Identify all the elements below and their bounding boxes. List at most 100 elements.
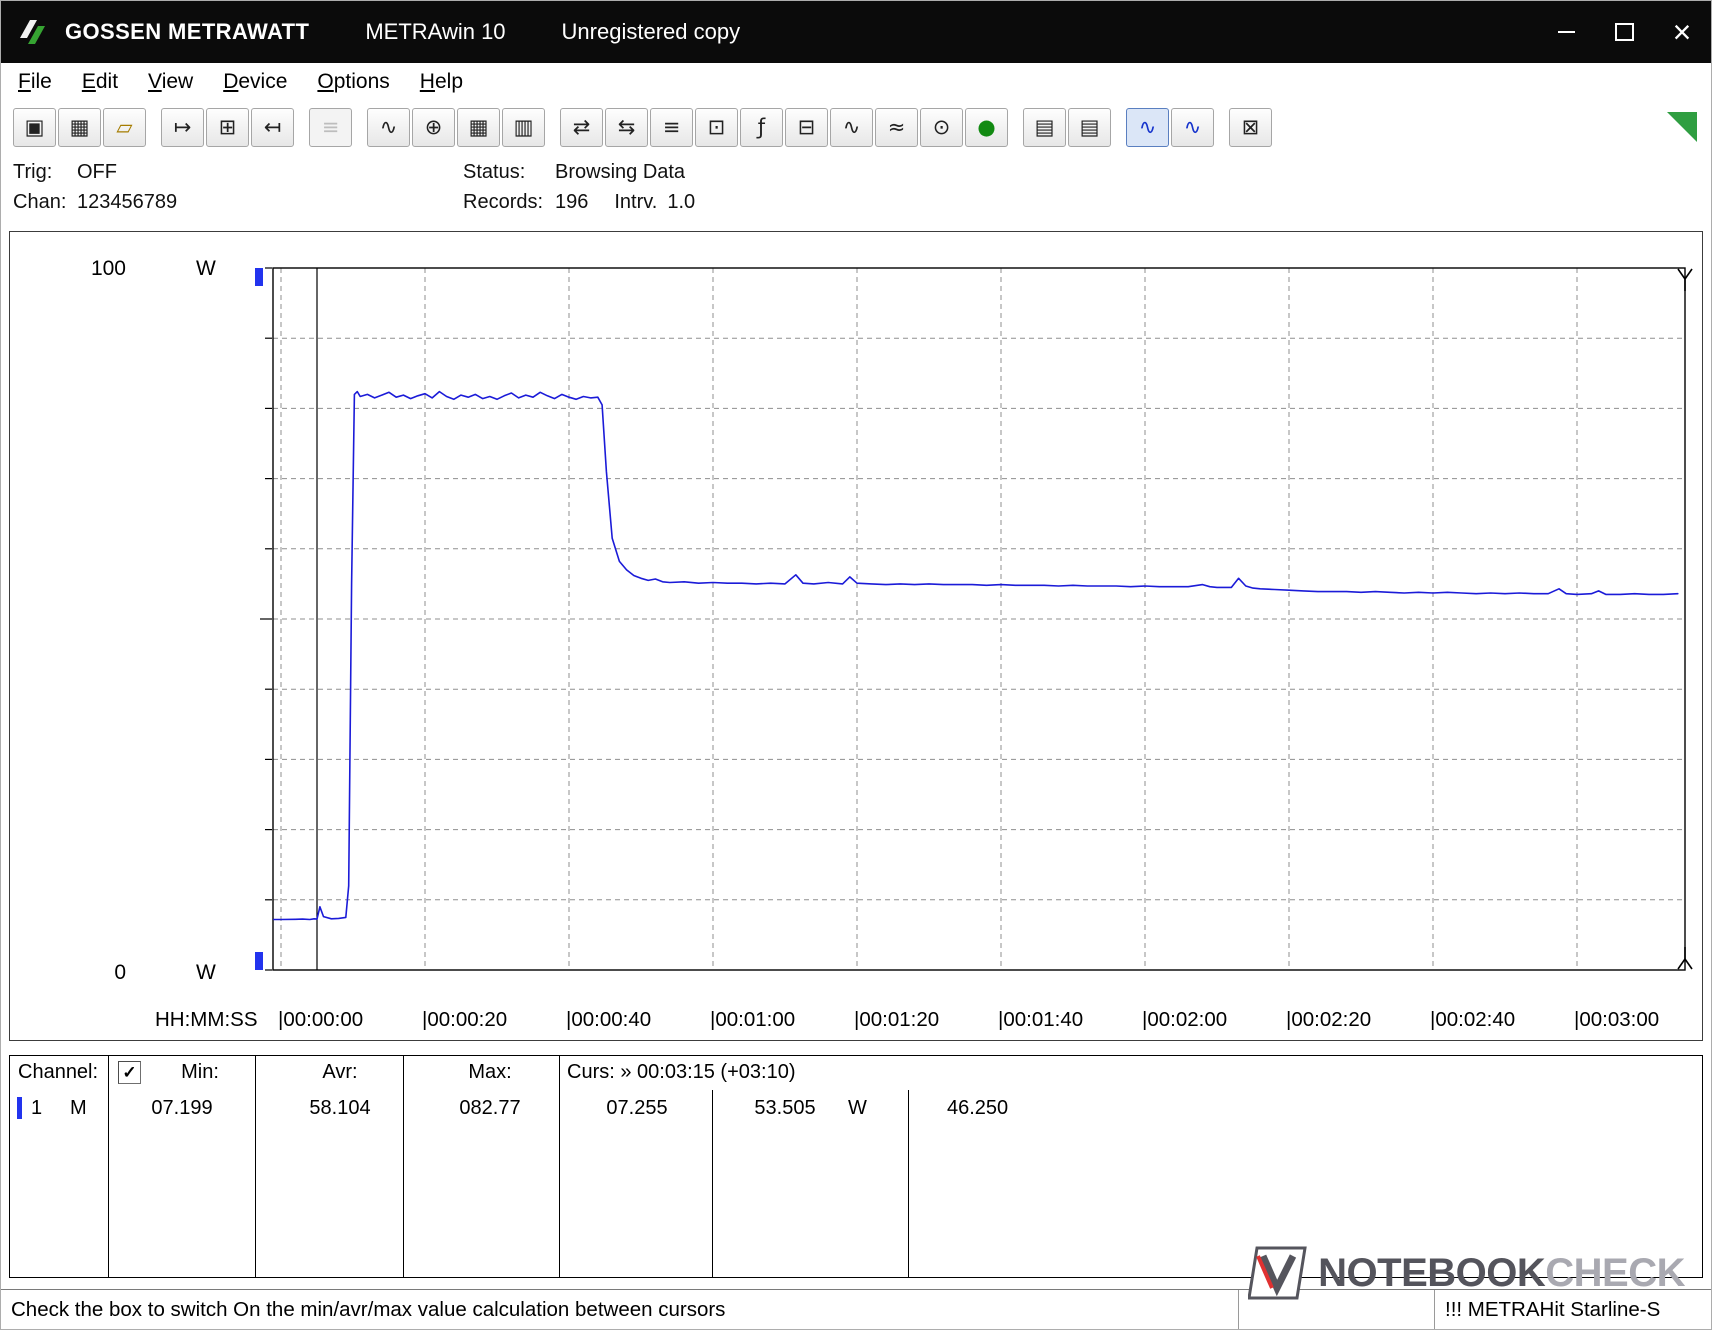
max-header: Max: (468, 1061, 511, 1084)
pc-monitor-glyph: ⊟ (798, 117, 816, 138)
pc-monitor-icon[interactable]: ⊟ (785, 108, 828, 147)
save-as-glyph: ▦ (70, 117, 90, 138)
device-receive-icon[interactable]: ⇆ (605, 108, 648, 147)
formula-icon[interactable]: ƒ (740, 108, 783, 147)
license-label: Unregistered copy (562, 19, 741, 45)
signal-wave-glyph: ≈ (888, 117, 906, 138)
power-trace (274, 392, 1678, 920)
save-icon[interactable]: ▣ (13, 108, 56, 147)
menu-edit[interactable]: Edit (67, 65, 133, 99)
device-receive-glyph: ⇆ (618, 117, 636, 138)
zoom-value-glyph: ∿ (1184, 117, 1202, 138)
export-stop-icon[interactable]: ↤ (251, 108, 294, 147)
info-panel: Trig:OFF Chan:123456789 Status:Browsing … (1, 153, 1711, 231)
x-tick-label: |00:02:00 (1142, 1008, 1227, 1032)
x-tick-label: |00:01:00 (710, 1008, 795, 1032)
cursor-calc-checkbox[interactable]: ✓ (118, 1061, 141, 1084)
watermark-text-bold: NOTEBOOK (1318, 1251, 1545, 1295)
x-tick-label: |00:00:40 (566, 1008, 651, 1032)
intrv-label: Intrv. (614, 191, 657, 214)
save-glyph: ▣ (25, 117, 45, 138)
menu-view[interactable]: View (133, 65, 208, 99)
y-axis-min-label: 0 (62, 960, 126, 986)
chart-region: 100 W 0 W HH:MM:SS |00:00:00|00:00:20|00… (9, 231, 1703, 1041)
device-display-icon[interactable]: ⊡ (695, 108, 738, 147)
cursor-start-value: 07.255 (606, 1097, 667, 1120)
close-button[interactable]: × (1653, 1, 1711, 63)
menu-help[interactable]: Help (405, 65, 478, 99)
maximize-icon (1615, 23, 1634, 41)
menu-device[interactable]: Device (208, 65, 302, 99)
close-icon: × (1673, 16, 1692, 48)
print-preview-icon[interactable]: ▤ (1068, 108, 1111, 147)
minimize-button[interactable] (1537, 1, 1595, 63)
device-schedule-glyph: ≡ (663, 117, 681, 138)
save-as-icon[interactable]: ▦ (58, 108, 101, 147)
cursor-value: 53.505 (754, 1097, 815, 1120)
records-value: 196 (555, 191, 588, 214)
formula-glyph: ƒ (758, 117, 765, 138)
watermark-text-light: CHECK (1545, 1251, 1685, 1295)
debug-bug-icon[interactable]: ● (965, 108, 1008, 147)
meter-clock-icon[interactable]: ⊙ (920, 108, 963, 147)
cursor-header: Curs: » 00:03:15 (+03:10) (567, 1061, 795, 1084)
export-config-icon[interactable]: ⊞ (206, 108, 249, 147)
signal-noise-icon[interactable]: ∿ (830, 108, 873, 147)
view-table-icon[interactable]: ▦ (457, 108, 500, 147)
cursor-2-marker-top (1678, 269, 1685, 279)
x-tick-label: |00:00:20 (422, 1008, 507, 1032)
open-file-icon[interactable]: ▱ (103, 108, 146, 147)
min-value: 07.199 (151, 1097, 212, 1120)
device-send-icon[interactable]: ⇄ (560, 108, 603, 147)
open-file-glyph: ▱ (116, 117, 132, 138)
signal-wave-icon[interactable]: ≈ (875, 108, 918, 147)
gossen-metrawatt-logo-icon (17, 15, 51, 49)
table-divider (255, 1056, 256, 1277)
brand-title: GOSSEN METRAWATT (65, 19, 309, 45)
table-divider (908, 1090, 909, 1277)
cursor-delta-value: 46.250 (947, 1097, 1008, 1120)
x-tick-label: |00:03:00 (1574, 1008, 1659, 1032)
device-send-glyph: ⇄ (573, 117, 591, 138)
annotation-icon[interactable]: ⊠ (1229, 108, 1272, 147)
device-schedule-icon[interactable]: ≡ (650, 108, 693, 147)
view-statistics-icon[interactable]: ▥ (502, 108, 545, 147)
x-axis-label: HH:MM:SS (155, 1008, 258, 1032)
statusbar-hint-text: Check the box to switch On the min/avr/m… (11, 1298, 725, 1322)
chart-plot[interactable] (247, 264, 1699, 976)
min-header: Min: (181, 1061, 219, 1084)
view-table-glyph: ▦ (469, 117, 489, 138)
device-display-glyph: ⊡ (708, 117, 726, 138)
menu-file[interactable]: File (3, 65, 67, 99)
y-range-marker-bottom (255, 952, 263, 970)
status-label: Status: (463, 161, 555, 184)
avr-value: 58.104 (309, 1097, 370, 1120)
avr-header: Avr: (322, 1061, 357, 1084)
view-xy-chart-icon[interactable]: ⊕ (412, 108, 455, 147)
x-tick-label: |00:01:40 (998, 1008, 1083, 1032)
print-icon[interactable]: ▤ (1023, 108, 1066, 147)
intrv-value: 1.0 (667, 191, 695, 214)
channel-header: Channel: (18, 1061, 98, 1084)
zoom-value-icon[interactable]: ∿ (1171, 108, 1214, 147)
view-yt-chart-glyph: ∿ (380, 117, 398, 138)
meter-clock-glyph: ⊙ (933, 117, 951, 138)
maximize-button[interactable] (1595, 1, 1653, 63)
cursor-value-unit: W (848, 1097, 867, 1120)
export-start-icon[interactable]: ↦ (161, 108, 204, 147)
x-tick-label: |00:00:00 (278, 1008, 363, 1032)
menu-bar: FileEditViewDeviceOptionsHelp (3, 63, 1709, 101)
notebookcheck-watermark: NOTEBOOKCHECK (1248, 1243, 1685, 1303)
x-tick-label: |00:01:20 (854, 1008, 939, 1032)
zoom-time-icon[interactable]: ∿ (1126, 108, 1169, 147)
cursor-2-marker-bottom (1678, 959, 1685, 969)
y-axis-unit-bottom: W (196, 960, 216, 986)
channel-number: 1 (31, 1097, 42, 1120)
view-yt-chart-icon[interactable]: ∿ (367, 108, 410, 147)
export-config-glyph: ⊞ (219, 117, 237, 138)
toolbar-collapse-handle[interactable] (1667, 112, 1697, 142)
copy-icon: ≡ (309, 108, 352, 147)
channel-mode: M (70, 1097, 87, 1120)
table-divider (559, 1056, 560, 1277)
menu-options[interactable]: Options (302, 65, 404, 99)
